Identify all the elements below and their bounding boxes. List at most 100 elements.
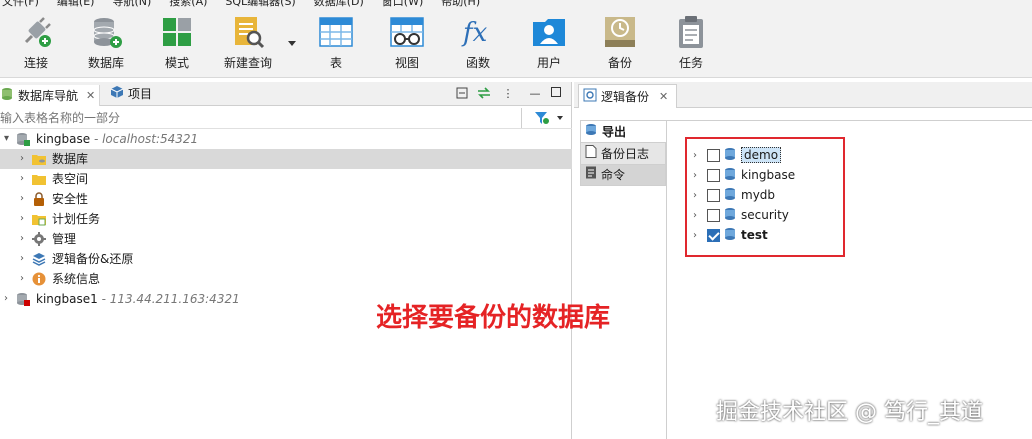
function-button[interactable]: fx 函数: [448, 14, 508, 71]
layers-icon: [32, 252, 46, 266]
new-query-label: 新建查询: [223, 56, 272, 70]
lock-icon: [32, 192, 46, 206]
navigator-tree: ▾ kingbase - localhost:54321 › 数据库 › 表空间…: [0, 129, 572, 309]
backup-tab-icon: [583, 88, 597, 105]
connection-host: - 113.44.211.163:4321: [97, 292, 240, 306]
close-icon[interactable]: ✕: [659, 90, 668, 103]
menu-sql-editor[interactable]: SQL编辑器(S): [225, 0, 295, 8]
chevron-right-icon[interactable]: ›: [20, 209, 24, 229]
database-connection-icon: [16, 132, 30, 146]
document-icon: [585, 143, 597, 165]
filter-icon[interactable]: [534, 111, 550, 128]
clipboard-icon: [673, 14, 709, 50]
close-icon[interactable]: ✕: [86, 89, 95, 102]
annotation-text: 选择要备份的数据库: [376, 303, 611, 333]
menu-database[interactable]: 数据库(D): [314, 0, 364, 8]
filter-dropdown-icon[interactable]: [557, 116, 563, 120]
function-icon: fx: [460, 14, 496, 50]
navigator-filter-bar: [0, 107, 572, 129]
chevron-right-icon[interactable]: ›: [20, 229, 24, 249]
schema-button[interactable]: 模式: [147, 14, 207, 71]
user-icon: [531, 14, 567, 50]
menu-help[interactable]: 帮助(H): [441, 0, 480, 8]
tree-node-label: kingbase1: [36, 292, 98, 306]
tab-database-navigator[interactable]: 数据库导航 ✕: [0, 85, 101, 106]
chevron-right-icon[interactable]: ›: [20, 149, 24, 169]
chevron-right-icon[interactable]: ›: [20, 269, 24, 289]
chevron-right-icon[interactable]: ›: [20, 189, 24, 209]
database-label: 数据库: [87, 56, 124, 70]
table-button[interactable]: 表: [306, 14, 366, 71]
chevron-right-icon[interactable]: ›: [4, 289, 8, 309]
backup-button[interactable]: 备份: [590, 14, 650, 71]
tree-node-label: 系统信息: [52, 272, 101, 286]
tab-logical-backup-label: 逻辑备份: [601, 90, 650, 104]
new-query-icon: [230, 14, 266, 50]
backup-icon: [602, 14, 638, 50]
table-icon: [318, 14, 354, 50]
tab-command-label: 命令: [601, 168, 626, 182]
menu-search[interactable]: 搜索(A): [169, 0, 207, 8]
schema-label: 模式: [164, 56, 189, 70]
menu-file[interactable]: 文件(F): [2, 0, 39, 8]
view-menu-icon[interactable]: ⋮: [501, 87, 515, 101]
database-export-icon: [585, 121, 598, 143]
connect-label: 连接: [23, 56, 48, 70]
tab-backup-log-label: 备份日志: [601, 146, 650, 161]
view-label: 视图: [394, 56, 419, 70]
database-icon: [88, 14, 124, 50]
chevron-right-icon[interactable]: ›: [20, 249, 24, 269]
tree-node-label: 数据库: [52, 152, 89, 166]
tree-node-label: 管理: [52, 232, 77, 246]
tab-command[interactable]: 命令: [580, 164, 666, 186]
tree-node-label: 计划任务: [52, 212, 101, 226]
new-query-button[interactable]: 新建查询: [218, 14, 278, 71]
chevron-down-icon[interactable]: ▾: [4, 129, 9, 149]
database-connection-error-icon: [16, 292, 30, 306]
chevron-right-icon[interactable]: ›: [20, 169, 24, 189]
connection-host: - localhost:54321: [90, 132, 199, 146]
database-navigator-panel: 数据库导航 ✕ 项目 ⋮ — ▾: [0, 82, 572, 439]
user-button[interactable]: 用户: [519, 14, 579, 71]
calendar-folder-icon: [32, 212, 46, 226]
editor-tabbar: 逻辑备份 ✕: [574, 82, 1032, 108]
tree-node-logical-backup-restore[interactable]: › 逻辑备份&还原: [0, 249, 572, 269]
menu-navigate[interactable]: 导航(N): [112, 0, 151, 8]
view-button[interactable]: 视图: [377, 14, 437, 71]
tab-export[interactable]: 导出: [580, 120, 666, 142]
menu-edit[interactable]: 编辑(E): [57, 0, 95, 8]
connect-button[interactable]: 连接: [6, 14, 66, 71]
database-button[interactable]: 数据库: [76, 14, 136, 71]
tab-logical-backup[interactable]: 逻辑备份 ✕: [578, 84, 678, 108]
tree-node-scheduled-tasks[interactable]: › 计划任务: [0, 209, 572, 229]
highlight-box: [685, 137, 845, 257]
collapse-all-icon[interactable]: [455, 87, 469, 101]
tree-node-label: 安全性: [52, 192, 89, 206]
command-file-icon: [585, 164, 597, 186]
maximize-icon[interactable]: [549, 87, 563, 101]
new-query-dropdown-icon[interactable]: [288, 41, 296, 46]
minimize-icon[interactable]: —: [528, 87, 542, 101]
tree-node-kingbase[interactable]: ▾ kingbase - localhost:54321: [0, 129, 572, 149]
menu-bar: 文件(F) 编辑(E) 导航(N) 搜索(A) SQL编辑器(S) 数据库(D)…: [0, 0, 1032, 8]
plug-icon: [18, 14, 54, 50]
tree-node-system-info[interactable]: › 系统信息: [0, 269, 572, 289]
table-filter-input[interactable]: [0, 108, 522, 128]
tree-node-security[interactable]: › 安全性: [0, 189, 572, 209]
task-button[interactable]: 任务: [661, 14, 721, 71]
main-toolbar: 连接 数据库 模式 新建查询 表 视图 fx 函数 用户 备份 任务: [0, 8, 1032, 78]
tab-project-label: 项目: [128, 87, 153, 101]
watermark: 掘金技术社区 @ 笃行_其道: [716, 400, 983, 425]
tab-project[interactable]: 项目: [110, 85, 152, 102]
link-editor-icon[interactable]: [477, 87, 491, 101]
tab-backup-log[interactable]: 备份日志: [580, 142, 666, 164]
database-navigator-icon: [0, 87, 14, 104]
tree-node-databases[interactable]: › 数据库: [0, 149, 572, 169]
tree-node-tablespaces[interactable]: › 表空间: [0, 169, 572, 189]
tab-database-navigator-label: 数据库导航: [18, 89, 79, 103]
tree-node-management[interactable]: › 管理: [0, 229, 572, 249]
task-label: 任务: [678, 56, 703, 70]
gear-icon: [32, 232, 46, 246]
menu-window[interactable]: 窗口(W): [382, 0, 423, 8]
tab-export-label: 导出: [602, 124, 627, 139]
